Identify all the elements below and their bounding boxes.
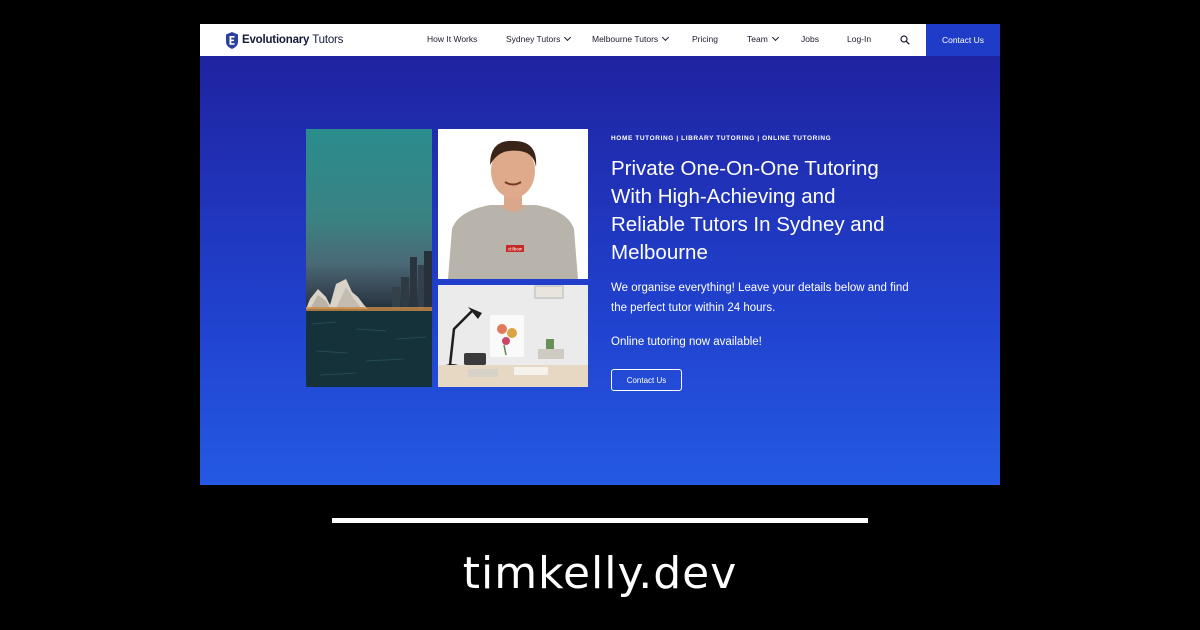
logo-name-light: Tutors — [312, 34, 344, 46]
chevron-down-icon — [564, 33, 572, 42]
shirt-badge-text: stilbow — [508, 247, 523, 252]
website-screenshot: Evolutionary Tutors How It Works Sydney … — [200, 24, 1000, 485]
nav-contact-button[interactable]: Contact Us — [926, 24, 1000, 56]
hero-tagline: HOME TUTORING | LIBRARY TUTORING | ONLIN… — [611, 135, 832, 142]
nav-jobs[interactable]: Jobs — [801, 34, 819, 44]
search-icon[interactable] — [900, 35, 910, 45]
nav-team-label: Team — [747, 34, 768, 44]
hero-description: We organise everything! Leave your detai… — [611, 282, 909, 314]
hero-contact-button[interactable]: Contact Us — [611, 369, 682, 391]
site-logo[interactable]: Evolutionary Tutors — [226, 31, 343, 49]
nav-pricing[interactable]: Pricing — [692, 34, 718, 44]
tutor-portrait-photo: stilbow — [438, 129, 588, 279]
nav-how-it-works[interactable]: How It Works — [427, 34, 477, 44]
online-tutoring-note: Online tutoring now available! — [611, 336, 762, 348]
chevron-down-icon — [662, 33, 670, 42]
nav-team[interactable]: Team — [747, 33, 779, 44]
nav-melbourne-tutors-label: Melbourne Tutors — [592, 34, 659, 44]
divider-bar — [332, 518, 868, 523]
logo-name-bold: Evolutionary — [242, 34, 310, 46]
desk-illustration — [438, 285, 588, 387]
nav-melbourne-tutors[interactable]: Melbourne Tutors — [592, 33, 670, 44]
nav-sydney-tutors[interactable]: Sydney Tutors — [506, 33, 572, 44]
navbar: Evolutionary Tutors How It Works Sydney … — [200, 24, 1000, 56]
hero-title: Private One-On-One Tutoring With High-Ac… — [611, 157, 885, 264]
chevron-down-icon — [771, 33, 779, 42]
sydney-skyline-illustration — [306, 251, 432, 387]
shield-logo-icon — [226, 31, 238, 49]
footer-site-name[interactable]: timkelly.dev — [0, 548, 1200, 599]
tutor-illustration: stilbow — [448, 140, 578, 279]
nav-sydney-tutors-label: Sydney Tutors — [506, 34, 561, 44]
study-desk-photo — [438, 285, 588, 387]
nav-log-in[interactable]: Log-In — [847, 34, 871, 44]
sydney-opera-house-photo — [306, 129, 432, 387]
